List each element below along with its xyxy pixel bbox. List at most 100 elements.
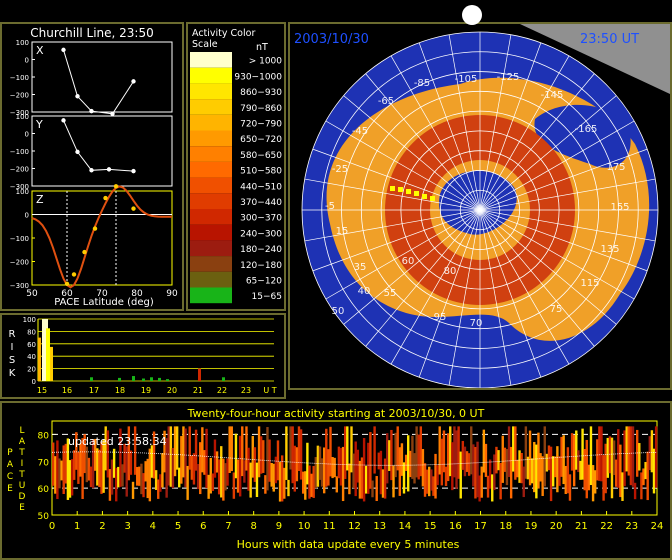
activity-bar [207, 474, 210, 499]
activity-bar [54, 456, 57, 494]
activity-bar [362, 438, 366, 502]
subplot-ytick: 100 [16, 188, 29, 196]
activity-bar [348, 463, 351, 495]
subplot-y: Y1000−100−200−300 [10, 113, 173, 191]
activity-bar [564, 465, 567, 495]
scale-swatch [190, 240, 232, 257]
activity-xtick: 13 [373, 521, 386, 532]
activity-bar [58, 458, 61, 489]
activity-bar [320, 458, 324, 487]
activity-bar [360, 457, 364, 499]
scale-label: 15−65 [252, 292, 282, 302]
activity-bar [459, 451, 462, 499]
activity-bar [497, 450, 500, 471]
activity-bar [346, 426, 349, 471]
activity-bar [367, 442, 370, 494]
activity-xlabel: Hours with data update every 5 minutes [237, 538, 460, 551]
data-point [113, 184, 119, 189]
color-scale-title-2: Scale [192, 39, 218, 50]
risk-bar [198, 368, 201, 381]
activity-bar [287, 479, 290, 497]
risk-ylabel-letter: R [9, 329, 16, 340]
data-line [63, 49, 134, 115]
activity-bar [629, 426, 633, 486]
activity-bar [566, 447, 570, 494]
map-grid-label: -125 [497, 72, 520, 83]
activity-bar [442, 430, 446, 473]
activity-bar [228, 426, 231, 473]
map-grid-label: 70 [470, 318, 483, 329]
activity-bar [654, 426, 658, 488]
activity-bar [438, 426, 441, 475]
activity-bar [259, 436, 263, 474]
activity-bar [411, 435, 414, 479]
activity-bar [423, 463, 427, 497]
scale-label: 860−930 [240, 88, 282, 98]
activity-bar [369, 432, 372, 489]
activity-xtick: 7 [225, 521, 231, 532]
activity-bar [117, 466, 120, 488]
activity-bar [558, 456, 561, 486]
subplot-ytick: 100 [16, 39, 29, 47]
scale-swatch [190, 271, 232, 288]
activity-bar [175, 426, 179, 470]
risk-bar [50, 346, 53, 381]
activity-bar [648, 436, 651, 471]
data-point [61, 118, 66, 123]
data-point [131, 168, 136, 174]
activity-bar [545, 453, 549, 472]
activity-bar [478, 475, 481, 502]
activity-bar [365, 465, 368, 494]
activity-bar [241, 426, 244, 477]
scale-swatch [190, 99, 232, 115]
map-grid-label: -65 [378, 96, 394, 107]
activity-xtick: 2 [99, 521, 105, 532]
activity-bar [270, 462, 273, 487]
activity-bar [421, 449, 425, 487]
activity-bar [608, 436, 612, 474]
activity-bar [390, 429, 393, 481]
activity-bar [604, 443, 607, 494]
activity-bar [182, 426, 185, 478]
subplot-frame [31, 41, 173, 113]
activity-bar [627, 426, 630, 476]
activity-bar [142, 473, 145, 498]
scale-swatch [190, 256, 232, 272]
activity-bar [581, 428, 584, 480]
activity-bar [73, 450, 76, 480]
map-grid-label: 75 [550, 304, 563, 315]
activity-bar [509, 446, 513, 499]
activity-bar [272, 463, 275, 492]
activity-bar [503, 447, 507, 472]
activity-bar [642, 468, 645, 486]
activity-bar [264, 475, 267, 494]
risk-ytick: 80 [27, 328, 36, 336]
risk-ytick: 20 [27, 366, 36, 374]
activity-bar [77, 451, 80, 484]
color-scale-panel: Activity Color Scale nT > 1000 930−1000 86… [186, 22, 286, 311]
activity-bar [451, 442, 454, 491]
scale-swatch [190, 146, 232, 162]
activity-bar [299, 429, 303, 480]
activity-bar [568, 474, 572, 501]
data-point [89, 168, 94, 173]
activity-bar [625, 426, 628, 472]
activity-xtick: 20 [550, 521, 563, 532]
activity-bar [551, 456, 555, 487]
station-marker [422, 194, 427, 199]
activity-ytick: 80 [38, 431, 50, 441]
map-grid-label: 40 [358, 286, 371, 297]
activity-bar [575, 430, 578, 470]
activity-bar [247, 447, 250, 491]
activity-bar [276, 440, 280, 481]
risk-xtick: 23 [241, 386, 251, 395]
activity-bar [243, 460, 246, 483]
map-grid-label: 115 [580, 278, 599, 289]
activity-panel: Twenty-four-hour activity starting at 20… [0, 401, 672, 560]
activity-bar [392, 465, 395, 498]
activity-bar [316, 445, 320, 487]
activity-bar [646, 451, 649, 501]
map-grid-label: 95 [434, 312, 447, 323]
activity-xtick: 11 [323, 521, 336, 532]
activity-bar [434, 453, 437, 499]
